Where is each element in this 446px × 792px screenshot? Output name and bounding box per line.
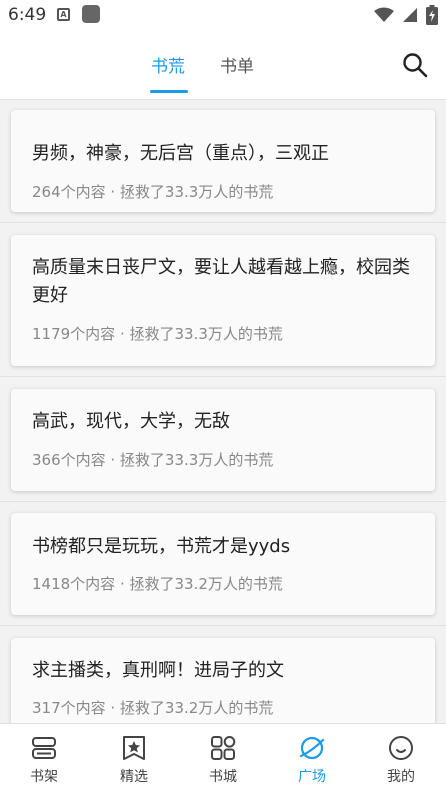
search-icon[interactable] [402, 52, 428, 78]
smile-face-icon [389, 736, 413, 760]
request-title: 书榜都只是玩玩，书荒才是yyds [32, 536, 291, 557]
request-meta: 1418个内容 · 拯救了33.2万人的书荒 [32, 575, 283, 593]
request-title: 求主播类，真刑啊！进局子的文 [32, 660, 284, 681]
star-badge-icon [123, 736, 145, 760]
active-tab-indicator [150, 90, 188, 93]
request-title: 男频，神豪，无后宫（重点），三观正 [32, 143, 329, 164]
status-right-icons [371, 4, 438, 25]
nav-label: 精选 [120, 769, 148, 785]
list-item[interactable]: 高质量末日丧尸文，要让人越看越上瘾，校园类更好 1179个内容 · 拯救了33.… [11, 235, 435, 366]
request-meta: 1179个内容 · 拯救了33.3万人的书荒 [32, 325, 283, 343]
divider [0, 501, 446, 502]
tab-shuhuang[interactable]: 书荒 [151, 52, 185, 77]
tab-shudan[interactable]: 书单 [220, 52, 254, 77]
request-meta: 366个内容 · 拯救了33.3万人的书荒 [32, 451, 274, 469]
nav-item-bookstore[interactable]: 书城 [183, 724, 263, 792]
request-title: 高质量末日丧尸文，要让人越看越上瘾，校园类更好 [32, 257, 410, 306]
book-request-list: 男频，神豪，无后宫（重点），三观正 264个内容 · 拯救了33.3万人的书荒 … [0, 100, 446, 723]
bottom-nav: 书架 精选 书城 广场 我的 [0, 723, 446, 792]
nav-item-mine[interactable]: 我的 [361, 724, 441, 792]
bookshelf-icon [32, 737, 56, 759]
signal-icon [402, 7, 417, 22]
grid-icon [211, 736, 236, 760]
list-item[interactable]: 书榜都只是玩玩，书荒才是yyds 1418个内容 · 拯救了33.2万人的书荒 [11, 513, 435, 615]
nav-label: 书架 [30, 769, 58, 785]
nav-label: 书城 [209, 769, 237, 785]
a-notification-icon: A [57, 8, 70, 21]
app-notification-icon [82, 5, 100, 23]
status-bar: 6:49 A [0, 0, 446, 32]
battery-icon [426, 4, 438, 25]
list-item[interactable]: 男频，神豪，无后宫（重点），三观正 264个内容 · 拯救了33.3万人的书荒 [11, 110, 435, 212]
list-item[interactable]: 求主播类，真刑啊！进局子的文 317个内容 · 拯救了33.2万人的书荒 [11, 638, 435, 723]
divider [0, 376, 446, 377]
request-title: 高武，现代，大学，无敌 [32, 411, 230, 432]
status-time: 6:49 [8, 5, 47, 25]
nav-label: 我的 [387, 769, 415, 785]
nav-item-square[interactable]: 广场 [272, 724, 352, 792]
divider [0, 625, 446, 626]
wifi-icon [373, 7, 394, 22]
divider [0, 222, 446, 223]
nav-item-featured[interactable]: 精选 [94, 724, 174, 792]
list-item[interactable]: 高武，现代，大学，无敌 366个内容 · 拯救了33.3万人的书荒 [11, 389, 435, 491]
request-meta: 317个内容 · 拯救了33.2万人的书荒 [32, 699, 274, 717]
planet-icon [299, 736, 325, 760]
top-header: 书荒 书单 [0, 32, 446, 100]
nav-item-bookshelf[interactable]: 书架 [4, 724, 84, 792]
request-meta: 264个内容 · 拯救了33.3万人的书荒 [32, 183, 274, 201]
nav-label: 广场 [298, 769, 326, 785]
